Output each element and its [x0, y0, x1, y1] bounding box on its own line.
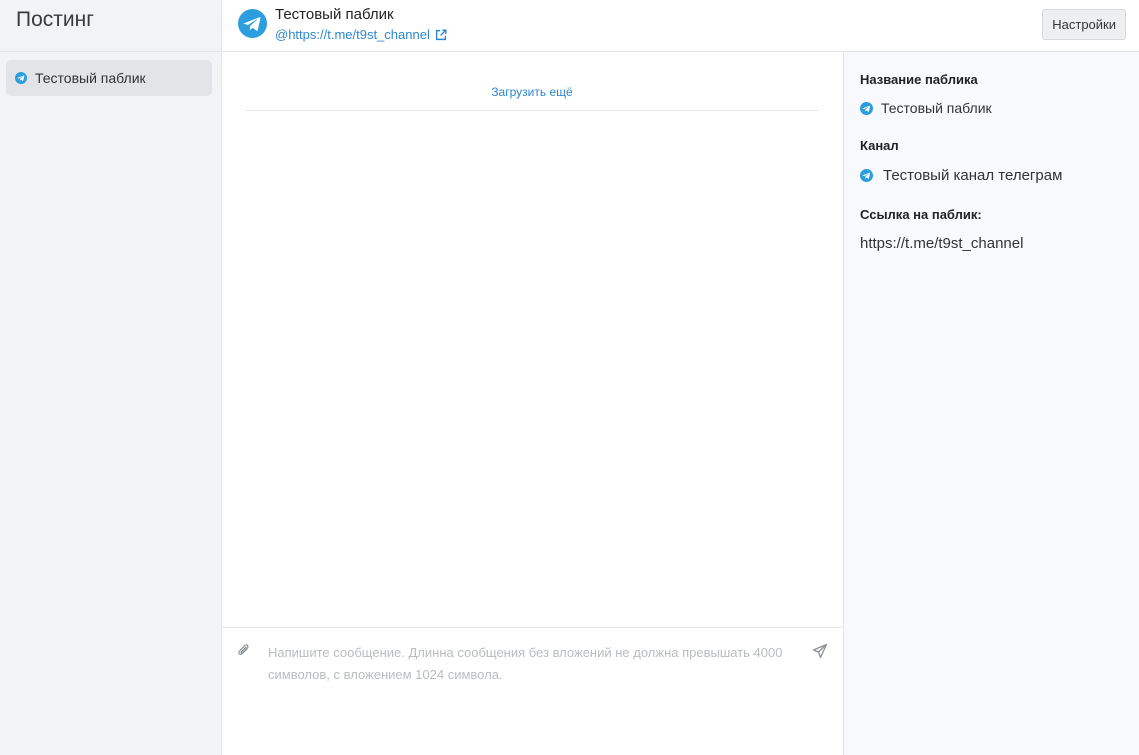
paperclip-icon[interactable]	[237, 643, 251, 659]
send-icon[interactable]	[812, 643, 828, 659]
sidebar-header: Постинг	[0, 0, 221, 52]
channel-link-text: @https://t.me/t9st_channel	[275, 27, 430, 42]
public-name-heading: Название паблика	[860, 72, 978, 87]
public-link-heading: Ссылка на паблик:	[860, 207, 982, 222]
message-input[interactable]	[268, 642, 798, 690]
info-panel: Название паблика Тестовый паблик Канал Т…	[844, 52, 1139, 755]
chat-area: Загрузить ещё	[222, 52, 844, 755]
public-name-value: Тестовый паблик	[881, 100, 992, 116]
settings-button[interactable]: Настройки	[1042, 9, 1126, 40]
sidebar-list: Тестовый паблик	[0, 52, 221, 96]
telegram-icon	[238, 9, 267, 38]
sidebar: Постинг Тестовый паблик	[0, 0, 222, 755]
app: Постинг Тестовый паблик Тестовый паблик …	[0, 0, 1139, 755]
channel-row: Тестовый канал телеграм	[860, 167, 1062, 184]
channel-value: Тестовый канал телеграм	[883, 167, 1063, 184]
load-more-button[interactable]: Загрузить ещё	[245, 82, 819, 111]
channel-heading: Канал	[860, 138, 899, 153]
channel-link[interactable]: @https://t.me/t9st_channel	[275, 27, 448, 42]
public-name-row: Тестовый паблик	[860, 100, 992, 116]
message-composer	[222, 627, 843, 755]
external-link-icon	[435, 28, 447, 40]
telegram-icon	[15, 72, 27, 84]
app-title: Постинг	[16, 8, 94, 31]
channel-title: Тестовый паблик	[275, 6, 394, 23]
channel-header: Тестовый паблик @https://t.me/t9st_chann…	[222, 0, 1139, 52]
sidebar-item-test-public[interactable]: Тестовый паблик	[6, 60, 212, 96]
sidebar-item-label: Тестовый паблик	[35, 70, 146, 86]
public-link-value[interactable]: https://t.me/t9st_channel	[860, 235, 1023, 252]
telegram-icon	[860, 101, 873, 115]
telegram-icon	[860, 169, 873, 182]
